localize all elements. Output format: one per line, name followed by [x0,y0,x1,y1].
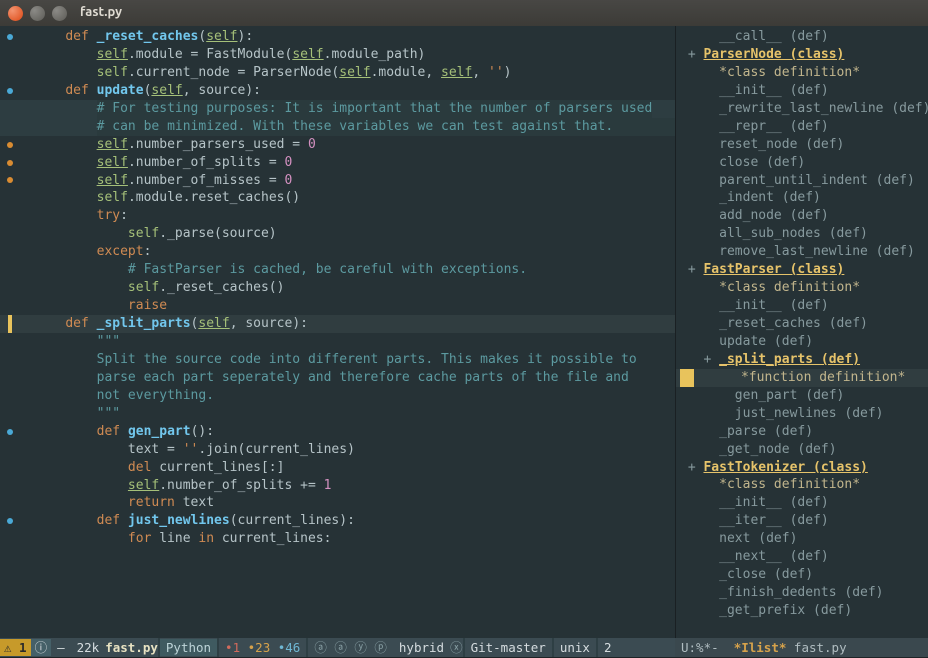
outline-item[interactable]: __next__ (def) [719,549,829,564]
gutter-dot [7,88,13,94]
outline-item[interactable]: just_newlines (def) [735,406,884,421]
modeline-left: ⚠ 1 ⓘ — 22k fast.py Python •1 •23 •46 ⓐ … [0,638,675,657]
titlebar: fast.py [0,0,928,26]
outline-pane[interactable]: __call__ (def) + ParserNode (class) *cla… [675,26,928,638]
line-number: 2 [598,639,618,656]
minimize-icon[interactable] [30,6,45,21]
outline-class[interactable]: FastParser (class) [703,262,844,277]
evil-state: hybrid [393,639,450,656]
close-icon[interactable] [8,6,23,21]
buffer-status: U:%*- [681,639,719,656]
modeline-right: U:%*- *Ilist* fast.py [675,638,928,657]
outline-item[interactable]: next (def) [719,531,797,546]
outline-item[interactable]: remove_last_newline (def) [719,244,915,259]
outline-item[interactable]: gen_part (def) [735,388,845,403]
outline-item[interactable]: _finish_dedents (def) [719,585,883,600]
outline-item[interactable]: add_node (def) [719,208,829,223]
outline-item[interactable]: _get_prefix (def) [719,603,852,618]
gutter-dot [7,177,13,183]
workspace: def _reset_caches(self): self.module = F… [0,26,928,638]
outline-item[interactable]: __call__ (def) [719,29,829,44]
editor-pane[interactable]: def _reset_caches(self): self.module = F… [0,26,675,638]
outline-item[interactable]: update (def) [719,334,813,349]
gutter-dot [7,429,13,435]
info-icon[interactable]: ⓘ [31,639,52,656]
outline-item[interactable]: parent_until_indent (def) [719,173,915,188]
minor-modes: ⓐ ⓐ ⓨ ⓟ [308,639,393,656]
outline-item[interactable]: close (def) [719,155,805,170]
outline-item[interactable]: _indent (def) [719,190,821,205]
outline-item[interactable]: _reset_caches (def) [719,316,868,331]
outline-item[interactable]: _close (def) [719,567,813,582]
gutter-dot [7,34,13,40]
cursor-marker [8,315,12,333]
ilist-target: fast.py [794,639,847,656]
buffer-size: 22k [71,639,106,656]
outline-class[interactable]: FastTokenizer (class) [703,460,867,475]
maximize-icon[interactable] [52,6,67,21]
outline-item[interactable]: __repr__ (def) [719,119,829,134]
vc-branch[interactable]: Git-master [465,639,552,656]
outline-item[interactable]: all_sub_nodes (def) [719,226,868,241]
outline-item[interactable]: __iter__ (def) [719,513,829,528]
outline-item[interactable]: __init__ (def) [719,495,829,510]
outline-item[interactable]: __init__ (def) [719,298,829,313]
outline-class[interactable]: ParserNode (class) [703,47,844,62]
outline-current[interactable]: ▮ *function definition* [676,369,928,387]
outline-item[interactable]: _rewrite_last_newline (def) [719,101,928,116]
outline-item[interactable]: _split_parts (def) [719,352,860,367]
outline-item[interactable]: *class definition* [719,477,860,492]
major-mode[interactable]: Python [160,639,217,656]
flycheck-error-count[interactable]: ⚠ 1 [0,639,31,656]
outline-item[interactable]: *class definition* [719,280,860,295]
outline-item[interactable]: _get_node (def) [719,442,836,457]
outline-item[interactable]: *class definition* [719,65,860,80]
gutter-dot [7,142,13,148]
outline-item[interactable]: __init__ (def) [719,83,829,98]
ilist-label: *Ilist* [734,639,787,656]
modeline: ⚠ 1 ⓘ — 22k fast.py Python •1 •23 •46 ⓐ … [0,638,928,657]
encoding: unix [554,639,596,656]
gutter-dot [7,518,13,524]
gutter-dot [7,160,13,166]
outline-item[interactable]: reset_node (def) [719,137,844,152]
current-line[interactable]: def _split_parts(self, source): [0,315,675,333]
window-title: fast.py [80,4,122,22]
outline-item[interactable]: _parse (def) [719,424,813,439]
buffer-name[interactable]: fast.py [105,639,158,656]
